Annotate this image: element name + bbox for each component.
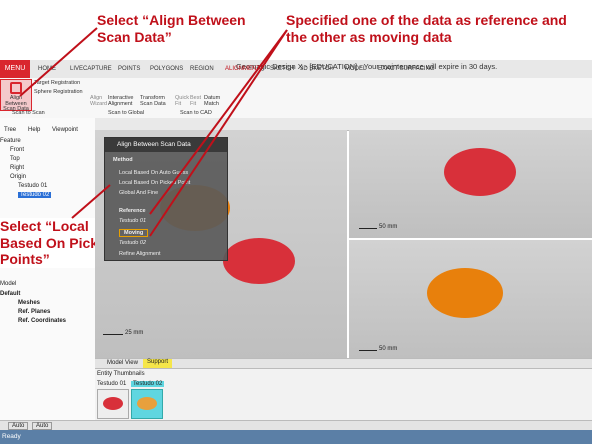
arrow-align-between xyxy=(19,27,98,97)
arrow-moving xyxy=(149,29,288,237)
annotation-arrows xyxy=(19,27,288,237)
arrow-reference xyxy=(149,29,288,215)
arrow-local-based xyxy=(71,184,111,219)
